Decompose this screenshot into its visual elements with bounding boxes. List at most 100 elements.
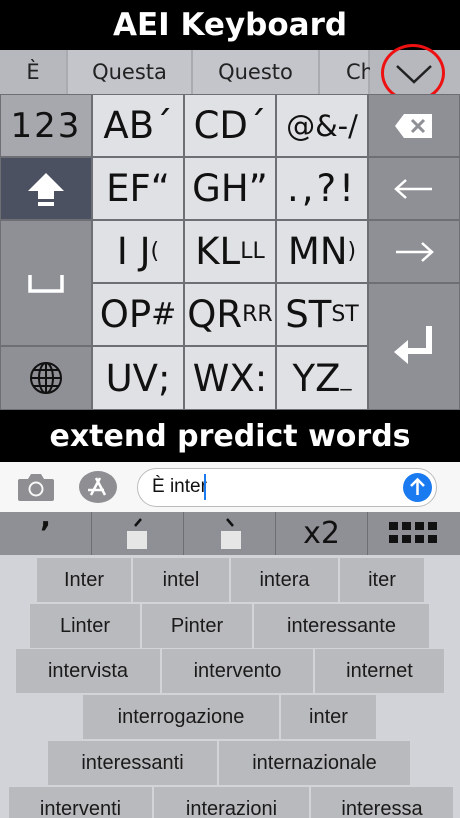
numbers-key[interactable]: 123	[0, 94, 92, 157]
key-label: GH	[192, 167, 249, 210]
prediction-item[interactable]: Ch	[320, 50, 374, 94]
acute-accent-key[interactable]	[92, 512, 184, 555]
suggestion-item[interactable]: interrogazione	[82, 694, 280, 740]
key-label: CD	[193, 104, 248, 147]
suggestion-item[interactable]: intera	[230, 557, 339, 603]
key-label: MN	[287, 230, 348, 273]
prediction-item[interactable]: Questa	[68, 50, 193, 94]
suggestion-item[interactable]: interessa	[310, 786, 454, 818]
globe-icon	[30, 362, 62, 394]
word-suggestions: Inter intel intera iter Linter Pinter in…	[0, 555, 460, 818]
key-qr[interactable]: QR RR	[184, 283, 276, 346]
suggestion-item[interactable]: intervento	[161, 648, 314, 694]
feature-banner: extend predict words	[0, 410, 460, 462]
key-punctuation[interactable]: .,?!	[276, 157, 368, 220]
prediction-item[interactable]: È	[0, 50, 68, 94]
message-text: È inter	[152, 476, 207, 497]
double-letter-label: x2	[303, 516, 340, 551]
cursor-right-key[interactable]	[368, 220, 460, 283]
text-cursor	[204, 474, 206, 500]
suggestion-item[interactable]: interventi	[8, 786, 153, 818]
key-uv[interactable]: UV;	[92, 346, 184, 410]
key-sublabel: ´	[154, 104, 173, 147]
suggestion-item[interactable]: iter	[339, 557, 425, 603]
numbers-key-label: 123	[10, 105, 82, 146]
suggestion-item[interactable]: intervista	[15, 648, 161, 694]
key-sublabel: ”	[248, 167, 268, 210]
apostrophe-label: ’	[39, 516, 52, 551]
key-ij[interactable]: I J(	[92, 220, 184, 283]
key-gh[interactable]: GH”	[184, 157, 276, 220]
grave-accent-key[interactable]	[184, 512, 276, 555]
key-label: KL	[195, 230, 241, 273]
suggestion-item[interactable]: internazionale	[218, 740, 411, 786]
key-label: @&-/	[286, 108, 358, 143]
key-sublabel: :	[254, 356, 268, 400]
key-label: EF	[106, 167, 151, 210]
key-label: ST	[285, 293, 332, 336]
key-yz[interactable]: YZ _	[276, 346, 368, 410]
acute-accent-icon	[126, 517, 147, 549]
camera-icon[interactable]	[16, 471, 56, 503]
key-sublabel: ST	[331, 302, 359, 327]
key-op[interactable]: OP #	[92, 283, 184, 346]
language-key[interactable]	[0, 346, 92, 410]
key-sublabel: (	[150, 239, 160, 264]
delete-key[interactable]	[368, 94, 460, 157]
grid-icon	[389, 521, 437, 543]
suggestion-item[interactable]: interazioni	[153, 786, 310, 818]
key-label: OP	[99, 293, 152, 336]
suggestion-item[interactable]: interessante	[253, 603, 430, 649]
return-icon	[394, 325, 432, 364]
space-key[interactable]	[0, 220, 92, 346]
arrow-right-icon	[396, 241, 434, 262]
key-label: .,?!	[287, 167, 357, 210]
suggestion-item[interactable]: Linter	[29, 603, 141, 649]
key-label: QR	[187, 293, 243, 336]
suggestion-item[interactable]: interessanti	[47, 740, 218, 786]
key-sublabel: )	[347, 239, 357, 264]
grave-accent-icon	[220, 517, 241, 549]
key-label: YZ	[292, 356, 341, 400]
suggestion-item[interactable]: Inter	[36, 557, 132, 603]
send-button[interactable]	[403, 473, 432, 502]
key-cd[interactable]: CD ´	[184, 94, 276, 157]
app-title: AEI Keyboard	[0, 0, 460, 50]
key-mn[interactable]: MN)	[276, 220, 368, 283]
double-letter-key[interactable]: x2	[276, 512, 368, 555]
suggestion-item[interactable]: internet	[314, 648, 445, 694]
key-sublabel: RR	[242, 302, 273, 327]
key-sublabel: _	[340, 365, 352, 391]
keyboard: 123 AB ´ CD ´ @&-/ EF “ GH” .,?! I J( KL LL …	[0, 94, 460, 410]
key-ef[interactable]: EF “	[92, 157, 184, 220]
key-label: UV	[105, 356, 158, 400]
key-sublabel: LL	[240, 239, 265, 264]
key-kl[interactable]: KL LL	[184, 220, 276, 283]
space-icon	[28, 275, 64, 293]
key-label: AB	[103, 104, 155, 147]
prediction-item[interactable]: Questo	[193, 50, 320, 94]
key-wx[interactable]: WX:	[184, 346, 276, 410]
shift-arrow-icon	[28, 172, 64, 206]
key-sublabel: “	[150, 167, 170, 210]
key-st[interactable]: ST ST	[276, 283, 368, 346]
key-sublabel: ´	[247, 104, 267, 147]
shift-key[interactable]	[0, 157, 92, 220]
key-sublabel: #	[151, 297, 177, 332]
arrow-up-icon	[410, 477, 425, 495]
cursor-left-key[interactable]	[368, 157, 460, 220]
apostrophe-key[interactable]: ’	[0, 512, 92, 555]
app-store-icon[interactable]	[78, 470, 118, 504]
return-key[interactable]	[368, 283, 460, 410]
backspace-icon	[395, 113, 432, 138]
key-sublabel: ;	[157, 356, 171, 400]
extended-keys-button[interactable]	[368, 512, 460, 555]
suggestion-item[interactable]: Pinter	[141, 603, 253, 649]
key-label: WX	[192, 356, 255, 400]
key-ab[interactable]: AB ´	[92, 94, 184, 157]
key-label: I J	[116, 230, 151, 273]
key-symbols[interactable]: @&-/	[276, 94, 368, 157]
suggestion-item[interactable]: inter	[280, 694, 377, 740]
suggestion-item[interactable]: intel	[132, 557, 230, 603]
arrow-left-icon	[394, 178, 432, 199]
